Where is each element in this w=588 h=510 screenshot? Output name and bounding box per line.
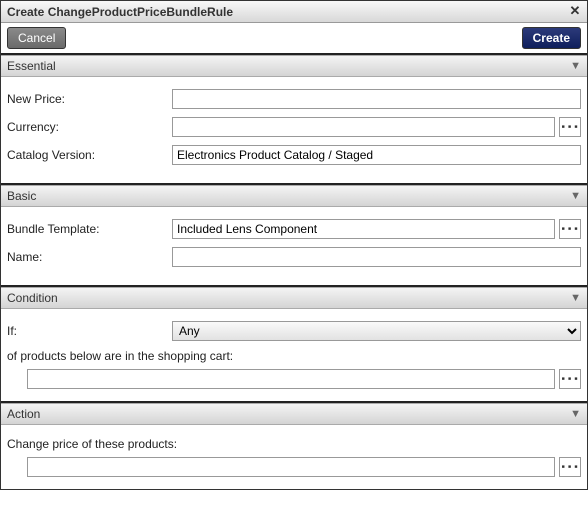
row-currency: Currency: ■ ■ ■ — [7, 117, 581, 137]
currency-browse-button[interactable]: ■ ■ ■ — [559, 117, 581, 137]
name-input[interactable] — [172, 247, 581, 267]
row-if: If: Any — [7, 321, 581, 341]
titlebar: Create ChangeProductPriceBundleRule ✕ — [1, 1, 587, 23]
close-icon[interactable]: ✕ — [567, 3, 583, 19]
bundle-template-label: Bundle Template: — [7, 222, 172, 236]
row-action-products: ■ ■ ■ — [27, 457, 581, 477]
condition-products-input[interactable] — [27, 369, 555, 389]
ellipsis-icon: ■ ■ ■ — [562, 464, 579, 470]
button-bar: Cancel Create — [1, 23, 587, 55]
chevron-down-icon: ▼ — [570, 60, 581, 72]
section-body-basic: Bundle Template: ■ ■ ■ Name: — [1, 207, 587, 285]
section-body-action: Change price of these products: ■ ■ ■ — [1, 425, 587, 489]
ellipsis-icon: ■ ■ ■ — [562, 226, 579, 232]
row-condition-products: ■ ■ ■ — [27, 369, 581, 389]
row-bundle-template: Bundle Template: ■ ■ ■ — [7, 219, 581, 239]
name-label: Name: — [7, 250, 172, 264]
new-price-input[interactable] — [172, 89, 581, 109]
section-header-essential[interactable]: Essential ▼ — [1, 55, 587, 77]
section-body-condition: If: Any of products below are in the sho… — [1, 309, 587, 401]
create-button[interactable]: Create — [522, 27, 581, 49]
section-label: Essential — [7, 59, 56, 73]
ellipsis-icon: ■ ■ ■ — [562, 376, 579, 382]
chevron-down-icon: ▼ — [570, 408, 581, 420]
section-label: Action — [7, 407, 40, 421]
bundle-template-browse-button[interactable]: ■ ■ ■ — [559, 219, 581, 239]
section-header-condition[interactable]: Condition ▼ — [1, 287, 587, 309]
section-header-action[interactable]: Action ▼ — [1, 403, 587, 425]
ellipsis-icon: ■ ■ ■ — [562, 124, 579, 130]
condition-products-browse-button[interactable]: ■ ■ ■ — [559, 369, 581, 389]
if-label: If: — [7, 324, 172, 338]
section-body-essential: New Price: Currency: ■ ■ ■ Catalog Versi… — [1, 77, 587, 183]
dialog: Create ChangeProductPriceBundleRule ✕ Ca… — [0, 0, 588, 490]
new-price-label: New Price: — [7, 92, 172, 106]
section-label: Basic — [7, 189, 36, 203]
catalog-version-input[interactable] — [172, 145, 581, 165]
row-new-price: New Price: — [7, 89, 581, 109]
dialog-title: Create ChangeProductPriceBundleRule — [7, 5, 233, 19]
action-products-input[interactable] — [27, 457, 555, 477]
if-select[interactable]: Any — [172, 321, 581, 341]
catalog-version-label: Catalog Version: — [7, 148, 172, 162]
row-catalog-version: Catalog Version: — [7, 145, 581, 165]
section-label: Condition — [7, 291, 58, 305]
bundle-template-input[interactable] — [172, 219, 555, 239]
section-header-basic[interactable]: Basic ▼ — [1, 185, 587, 207]
chevron-down-icon: ▼ — [570, 292, 581, 304]
action-products-browse-button[interactable]: ■ ■ ■ — [559, 457, 581, 477]
currency-label: Currency: — [7, 120, 172, 134]
currency-input[interactable] — [172, 117, 555, 137]
action-static-text: Change price of these products: — [7, 437, 581, 451]
cancel-button[interactable]: Cancel — [7, 27, 66, 49]
row-name: Name: — [7, 247, 581, 267]
condition-static-text: of products below are in the shopping ca… — [7, 349, 581, 363]
chevron-down-icon: ▼ — [570, 190, 581, 202]
